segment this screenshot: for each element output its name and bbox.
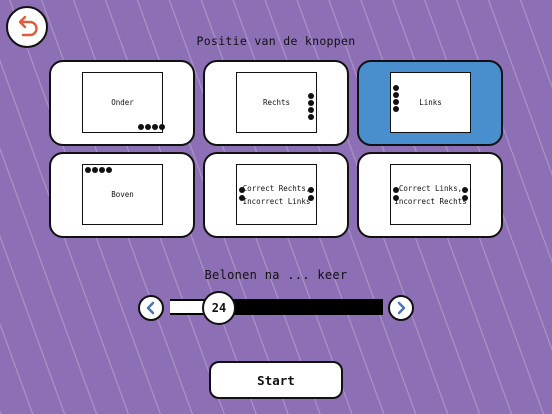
chevron-left-icon [146, 301, 155, 315]
start-label: Start [257, 372, 295, 388]
button-dot [393, 106, 399, 112]
option-tile-correct-rechts[interactable]: Correct Rechts, Incorrect Links [203, 152, 349, 238]
option-preview: Boven [82, 164, 163, 225]
button-dot [393, 85, 399, 91]
button-dot [393, 187, 399, 193]
option-label-line: Correct Links, [398, 183, 463, 193]
button-dot [462, 195, 468, 201]
button-dot [138, 124, 144, 130]
button-dot [308, 100, 314, 106]
button-dot [239, 187, 245, 193]
button-dot [308, 114, 314, 120]
option-tile-onder[interactable]: Onder [49, 60, 195, 146]
option-preview: Rechts [236, 72, 317, 133]
option-label: Rechts [262, 98, 291, 107]
button-dot [393, 92, 399, 98]
button-dot [159, 124, 165, 130]
button-dot [145, 124, 151, 130]
button-dot [308, 187, 314, 193]
page-title: Positie van de knoppen [196, 34, 356, 48]
button-dot [92, 167, 98, 173]
button-dot [99, 167, 105, 173]
option-preview: Links [390, 72, 471, 133]
option-tile-correct-links[interactable]: Correct Links, Incorrect Rechts [357, 152, 503, 238]
option-preview: Correct Rechts, Incorrect Links [236, 164, 317, 225]
option-label-line: Correct Rechts, [242, 183, 311, 193]
option-label: Boven [111, 190, 134, 199]
button-dot [393, 99, 399, 105]
option-label: Links [419, 98, 442, 107]
decrease-button[interactable] [138, 295, 164, 321]
slider-thumb[interactable]: 24 [202, 291, 236, 325]
button-dot [308, 195, 314, 201]
slider-fill [170, 301, 206, 313]
reward-label: Belonen na ... keer [204, 268, 348, 282]
option-tile-rechts[interactable]: Rechts [203, 60, 349, 146]
button-dot [106, 167, 112, 173]
option-tile-links[interactable]: Links [357, 60, 503, 146]
button-dot [393, 195, 399, 201]
option-tile-boven[interactable]: Boven [49, 152, 195, 238]
option-preview: Correct Links, Incorrect Rechts [390, 164, 471, 225]
button-dot [85, 167, 91, 173]
option-label-line: Incorrect Rechts [394, 196, 467, 206]
option-label: Correct Links, Incorrect Rechts [394, 182, 466, 208]
slider-value: 24 [211, 301, 227, 315]
start-button[interactable]: Start [209, 361, 343, 399]
button-dot [152, 124, 158, 130]
increase-button[interactable] [388, 295, 414, 321]
button-dot [462, 187, 468, 193]
button-dot [308, 107, 314, 113]
button-dot [239, 195, 245, 201]
button-dot [308, 93, 314, 99]
chevron-right-icon [397, 301, 406, 315]
option-label-line: Incorrect Links [242, 196, 311, 206]
option-label: Onder [111, 98, 134, 107]
option-preview: Onder [82, 72, 165, 133]
option-label: Correct Rechts, Incorrect Links [243, 182, 311, 208]
